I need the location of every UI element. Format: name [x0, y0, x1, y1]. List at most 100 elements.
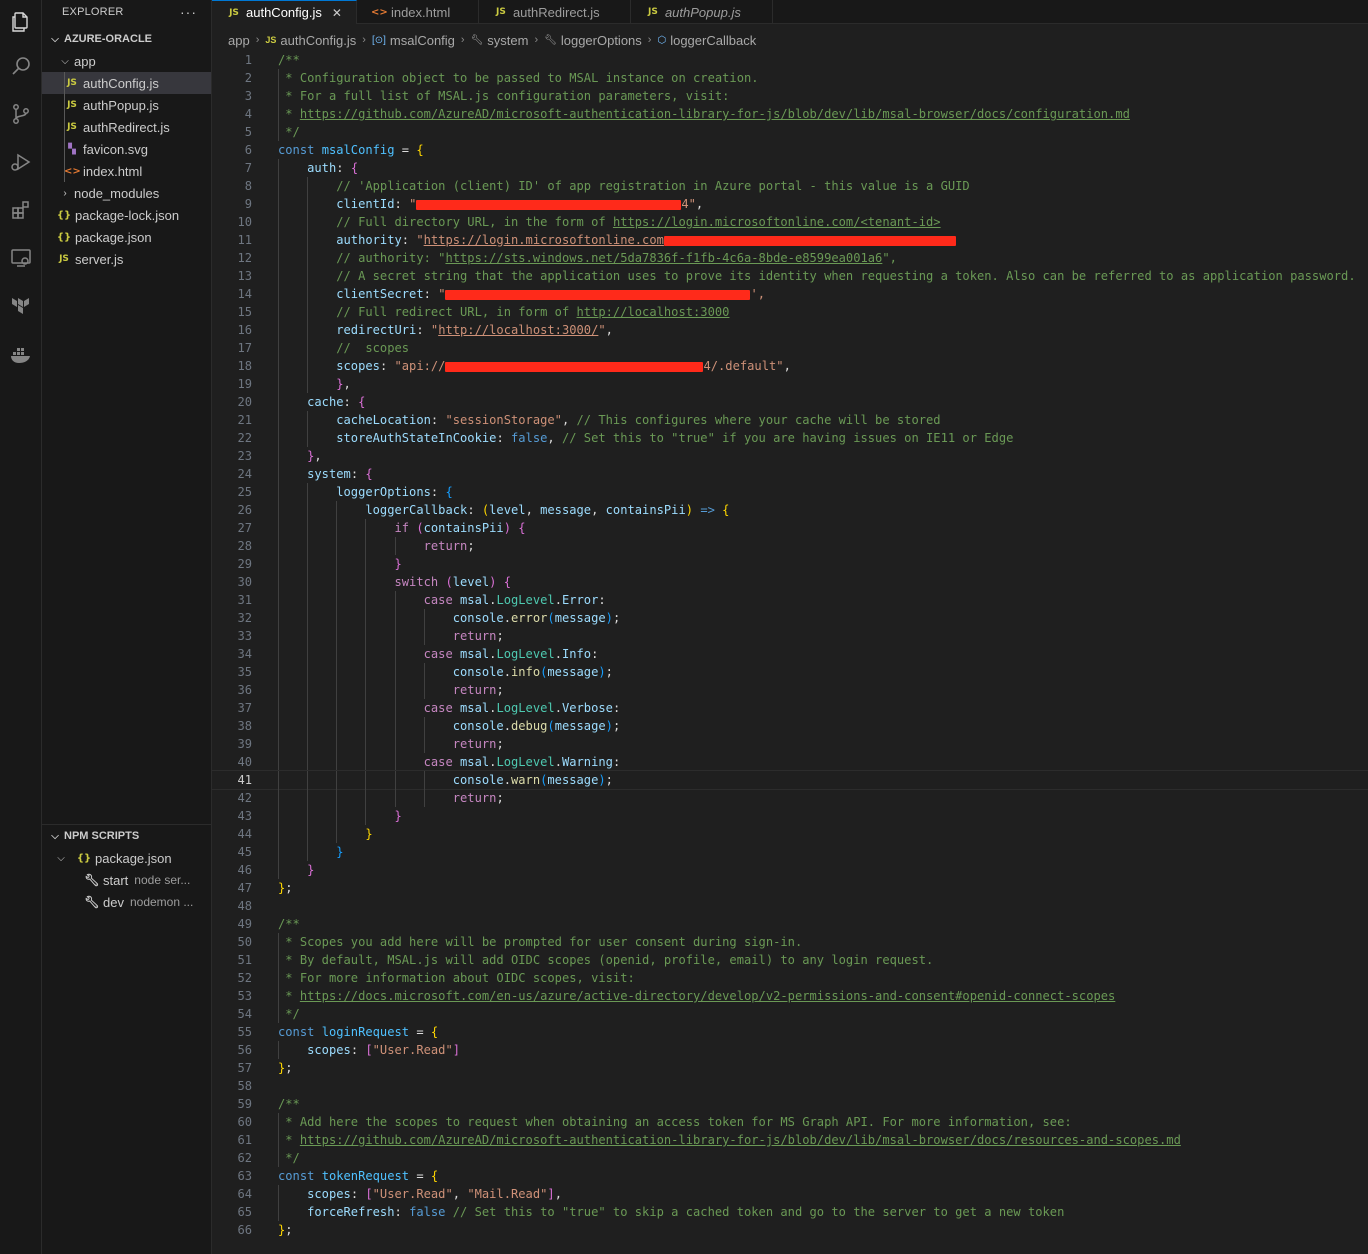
code-line[interactable]: 36 return;: [212, 681, 1368, 699]
code-line[interactable]: 62 */: [212, 1149, 1368, 1167]
code-line[interactable]: 37 case msal.LogLevel.Verbose:: [212, 699, 1368, 717]
breadcrumb-item[interactable]: [⊙] msalConfig: [372, 33, 455, 48]
docker-icon[interactable]: [0, 332, 42, 376]
code-line[interactable]: 53 * https://docs.microsoft.com/en-us/az…: [212, 987, 1368, 1005]
tree-item-authpopup[interactable]: JS authPopup.js: [42, 94, 211, 116]
code-line[interactable]: 46 }: [212, 861, 1368, 879]
code-line[interactable]: 40 case msal.LogLevel.Warning:: [212, 753, 1368, 771]
code-line[interactable]: 23 },: [212, 447, 1368, 465]
tab-authredirect[interactable]: JS authRedirect.js: [479, 0, 631, 24]
code-line[interactable]: 20 cache: {: [212, 393, 1368, 411]
code-line[interactable]: 59 /**: [212, 1095, 1368, 1113]
code-line[interactable]: 41 console.warn(message);: [211, 770, 1368, 790]
code-line[interactable]: 15 // Full redirect URL, in form of http…: [212, 303, 1368, 321]
code-line[interactable]: 55 const loginRequest = {: [212, 1023, 1368, 1041]
code-line[interactable]: 5 */: [212, 123, 1368, 141]
code-line[interactable]: 47};: [212, 879, 1368, 897]
breadcrumb-item[interactable]: 🔧︎ system: [471, 33, 529, 48]
code-line[interactable]: 12 // authority: "https://sts.windows.ne…: [212, 249, 1368, 267]
close-icon[interactable]: ✕: [332, 6, 342, 20]
code-line[interactable]: 31 case msal.LogLevel.Error:: [212, 591, 1368, 609]
code-line[interactable]: 51 * By default, MSAL.js will add OIDC s…: [212, 951, 1368, 969]
code-line[interactable]: 29 }: [212, 555, 1368, 573]
code-line[interactable]: 56 scopes: ["User.Read"]: [212, 1041, 1368, 1059]
code-line[interactable]: 4 * https://github.com/AzureAD/microsoft…: [212, 105, 1368, 123]
code-line[interactable]: 38 console.debug(message);: [212, 717, 1368, 735]
code-line[interactable]: 10 // Full directory URL, in the form of…: [212, 213, 1368, 231]
more-actions-icon[interactable]: ···: [180, 4, 197, 20]
code-line[interactable]: 64 scopes: ["User.Read", "Mail.Read"],: [212, 1185, 1368, 1203]
code-line[interactable]: 26 loggerCallback: (level, message, cont…: [212, 501, 1368, 519]
code-line[interactable]: 58: [212, 1077, 1368, 1095]
code-line[interactable]: 39 return;: [212, 735, 1368, 753]
code-line[interactable]: 43 }: [212, 807, 1368, 825]
tree-item-authconfig[interactable]: JS authConfig.js: [42, 72, 211, 94]
tree-item-app[interactable]: ⌵ app: [42, 50, 211, 72]
code-line[interactable]: 13 // A secret string that the applicati…: [212, 267, 1368, 285]
code-line[interactable]: 61 * https://github.com/AzureAD/microsof…: [212, 1131, 1368, 1149]
code-line[interactable]: 28 return;: [212, 537, 1368, 555]
code-line[interactable]: 54 */: [212, 1005, 1368, 1023]
code-line[interactable]: 48: [212, 897, 1368, 915]
code-line[interactable]: 8 // 'Application (client) ID' of app re…: [212, 177, 1368, 195]
remote-explorer-icon[interactable]: [0, 236, 42, 280]
tree-item-favicon[interactable]: ▚ favicon.svg: [42, 138, 211, 160]
tab-index-html[interactable]: <> index.html: [357, 0, 479, 24]
code-line[interactable]: 49 /**: [212, 915, 1368, 933]
tree-item-authredirect[interactable]: JS authRedirect.js: [42, 116, 211, 138]
code-line[interactable]: 33 return;: [212, 627, 1368, 645]
search-icon[interactable]: [0, 44, 42, 88]
tree-item-package-json[interactable]: {} package.json: [42, 226, 211, 248]
code-line[interactable]: 50 * Scopes you add here will be prompte…: [212, 933, 1368, 951]
code-line[interactable]: 52 * For more information about OIDC sco…: [212, 969, 1368, 987]
code-line[interactable]: 65 forceRefresh: false // Set this to "t…: [212, 1203, 1368, 1221]
code-line[interactable]: 11 authority: "https://login.microsofton…: [212, 231, 1368, 249]
extensions-icon[interactable]: [0, 188, 42, 232]
source-control-icon[interactable]: [0, 92, 42, 136]
tree-item-index-html[interactable]: <> index.html: [42, 160, 211, 182]
code-line[interactable]: 18 scopes: "api://4/.default",: [212, 357, 1368, 375]
npm-script-start[interactable]: 🔧︎ start node ser...: [42, 869, 212, 891]
run-debug-icon[interactable]: [0, 140, 42, 184]
code-line[interactable]: 14 clientSecret: " ',: [212, 285, 1368, 303]
code-editor[interactable]: 1 /** 2 * Configuration object to be passe…: [211, 51, 1368, 1239]
code-line[interactable]: 30 switch (level) {: [212, 573, 1368, 591]
tree-item-server[interactable]: JS server.js: [42, 248, 211, 270]
terraform-icon[interactable]: [0, 284, 42, 328]
code-line[interactable]: 1 /**: [212, 51, 1368, 69]
breadcrumb-item[interactable]: 🔧︎ loggerOptions: [544, 33, 642, 48]
files-icon[interactable]: [0, 0, 42, 44]
code-line[interactable]: 66};: [212, 1221, 1368, 1239]
code-line[interactable]: 21 cacheLocation: "sessionStorage", // T…: [212, 411, 1368, 429]
code-line[interactable]: 22 storeAuthStateInCookie: false, // Set…: [212, 429, 1368, 447]
code-line[interactable]: 27 if (containsPii) {: [212, 519, 1368, 537]
npm-script-dev[interactable]: 🔧︎ dev nodemon ...: [42, 891, 212, 913]
breadcrumb-item[interactable]: ⬡ loggerCallback: [657, 33, 756, 48]
code-line[interactable]: 6 const msalConfig = {: [212, 141, 1368, 159]
code-line[interactable]: 2 * Configuration object to be passed to…: [212, 69, 1368, 87]
code-line[interactable]: 24 system: {: [212, 465, 1368, 483]
tree-item-package-lock[interactable]: {} package-lock.json: [42, 204, 211, 226]
tab-authpopup[interactable]: JS authPopup.js: [631, 0, 773, 24]
code-line[interactable]: 3 * For a full list of MSAL.js configura…: [212, 87, 1368, 105]
code-line[interactable]: 7 auth: {: [212, 159, 1368, 177]
code-line[interactable]: 25 loggerOptions: {: [212, 483, 1368, 501]
tree-item-node-modules[interactable]: › node_modules: [42, 182, 211, 204]
code-line[interactable]: 17 // scopes: [212, 339, 1368, 357]
tab-authconfig[interactable]: JS authConfig.js ✕: [212, 0, 357, 24]
npm-scripts-header[interactable]: ⌵ NPM SCRIPTS: [42, 825, 212, 847]
code-line[interactable]: 63 const tokenRequest = {: [212, 1167, 1368, 1185]
code-line[interactable]: 34 case msal.LogLevel.Info:: [212, 645, 1368, 663]
code-line[interactable]: 16 redirectUri: "http://localhost:3000/"…: [212, 321, 1368, 339]
code-line[interactable]: 45 }: [212, 843, 1368, 861]
code-line[interactable]: 32 console.error(message);: [212, 609, 1368, 627]
code-line[interactable]: 60 * Add here the scopes to request when…: [212, 1113, 1368, 1131]
workspace-folder-header[interactable]: ⌵ AZURE-ORACLE: [42, 28, 211, 50]
code-line[interactable]: 57};: [212, 1059, 1368, 1077]
npm-package-json[interactable]: ⌵ {} package.json: [42, 847, 212, 869]
code-line[interactable]: 35 console.info(message);: [212, 663, 1368, 681]
breadcrumb-item[interactable]: JS authConfig.js: [265, 33, 356, 48]
code-line[interactable]: 19 },: [212, 375, 1368, 393]
breadcrumb-item[interactable]: app: [228, 33, 250, 48]
code-line[interactable]: 9 clientId: " 4",: [212, 195, 1368, 213]
